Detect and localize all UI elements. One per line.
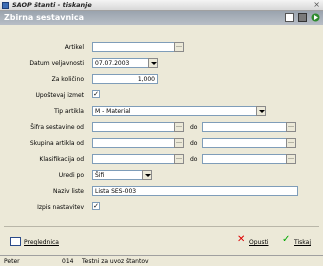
status-bar: Peter 014 Testni za uvoz štantov bbox=[0, 255, 323, 266]
datum-dropdown-button[interactable] bbox=[148, 58, 158, 68]
sifra-to-lookup-button[interactable]: … bbox=[286, 122, 296, 132]
klasifikacija-to-input[interactable] bbox=[202, 154, 288, 164]
tip-label: Tip artikla bbox=[54, 108, 84, 115]
izpis-checkbox[interactable]: ✓ bbox=[92, 202, 100, 210]
opusti-label: Opusti bbox=[249, 239, 269, 246]
skupina-from-lookup-button[interactable]: … bbox=[174, 138, 184, 148]
artikel-lookup-button[interactable]: … bbox=[174, 42, 184, 52]
klasifikacija-do-label: do bbox=[190, 156, 198, 163]
klasifikacija-label: Klasifikacija od bbox=[39, 156, 84, 163]
app-icon bbox=[2, 2, 9, 9]
sifra-from-lookup-button[interactable]: … bbox=[174, 122, 184, 132]
tip-select[interactable]: M - Material bbox=[92, 106, 262, 116]
tip-dropdown-button[interactable] bbox=[256, 106, 266, 116]
form-title: Zbirna sestavnica bbox=[4, 13, 85, 22]
sifra-from-input[interactable] bbox=[92, 122, 176, 132]
upostevaj-label: Upoštevaj izmet bbox=[35, 92, 84, 99]
run-icon[interactable] bbox=[311, 13, 320, 22]
title-bar: SAOP štanti - tiskanje × bbox=[0, 0, 323, 11]
skupina-from-input[interactable] bbox=[92, 138, 176, 148]
skupina-to-input[interactable] bbox=[202, 138, 288, 148]
print-icon[interactable] bbox=[298, 13, 307, 22]
preglednica-button[interactable]: Preglednica bbox=[24, 239, 59, 246]
status-user: Peter bbox=[4, 258, 20, 265]
opusti-button[interactable]: Opusti bbox=[249, 239, 268, 246]
form-header: Zbirna sestavnica bbox=[0, 11, 323, 25]
check-icon[interactable]: ✓ bbox=[282, 234, 290, 245]
tiskaj-button[interactable]: Tiskaj bbox=[294, 239, 311, 246]
kolicina-input[interactable]: 1,000 bbox=[92, 74, 158, 84]
klasifikacija-from-input[interactable] bbox=[92, 154, 176, 164]
window-title: SAOP štanti - tiskanje bbox=[12, 1, 92, 9]
status-message: Testni za uvoz štantov bbox=[82, 258, 149, 265]
kolicina-label: Za količino bbox=[51, 76, 84, 83]
sifra-to-input[interactable] bbox=[202, 122, 288, 132]
divider bbox=[4, 226, 319, 227]
skupina-label: Skupina artikla od bbox=[29, 140, 84, 147]
upostevaj-checkbox[interactable]: ✓ bbox=[92, 90, 100, 98]
skupina-do-label: do bbox=[190, 140, 198, 147]
naziv-label: Naziv liste bbox=[53, 188, 84, 195]
klasifikacija-to-lookup-button[interactable]: … bbox=[286, 154, 296, 164]
datum-input[interactable]: 07.07.2003 bbox=[92, 58, 150, 68]
preglednica-icon[interactable] bbox=[10, 237, 21, 246]
uredi-select[interactable]: Šifi bbox=[92, 170, 148, 180]
uredi-label: Uredi po bbox=[58, 172, 84, 179]
sifra-label: Šifra sestavine od bbox=[30, 124, 84, 131]
klasifikacija-from-lookup-button[interactable]: … bbox=[174, 154, 184, 164]
naziv-input[interactable]: Lista SES-003 bbox=[92, 186, 298, 196]
artikel-input[interactable] bbox=[92, 42, 176, 52]
cancel-icon[interactable]: ✕ bbox=[237, 234, 245, 245]
izpis-label: Izpis nastavitev bbox=[37, 204, 84, 211]
uredi-dropdown-button[interactable] bbox=[142, 170, 152, 180]
document-icon[interactable] bbox=[285, 13, 294, 22]
artikel-label: Artikel bbox=[64, 44, 84, 51]
close-icon[interactable]: × bbox=[313, 0, 320, 9]
sifra-do-label: do bbox=[190, 124, 198, 131]
status-code: 014 bbox=[62, 258, 74, 265]
skupina-to-lookup-button[interactable]: … bbox=[286, 138, 296, 148]
preglednica-label: Preglednica bbox=[24, 239, 59, 246]
tiskaj-label: Tiskaj bbox=[294, 239, 311, 246]
datum-label: Datum veljavnosti bbox=[29, 60, 84, 67]
